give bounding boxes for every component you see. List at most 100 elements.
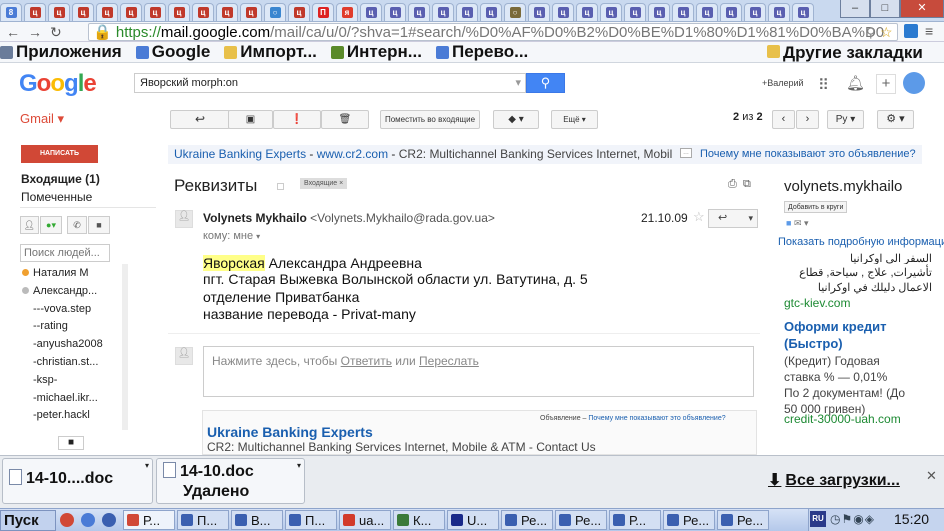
browser-tab[interactable]: ц bbox=[744, 3, 766, 21]
add-to-circles-button[interactable]: Добавить в круги bbox=[784, 201, 848, 213]
quick-launch-icon[interactable] bbox=[60, 513, 74, 527]
browser-tab[interactable]: ц bbox=[360, 3, 382, 21]
taskbar-item[interactable]: Ре... bbox=[717, 510, 769, 530]
browser-tab[interactable]: ц bbox=[480, 3, 502, 21]
status-button[interactable]: ●▾ bbox=[40, 216, 62, 234]
browser-tab[interactable]: ц bbox=[432, 3, 454, 21]
browser-tab[interactable]: ц bbox=[552, 3, 574, 21]
apps-grid-icon[interactable]: ⠿ bbox=[818, 76, 829, 94]
contact-item[interactable]: -christian.st... bbox=[33, 356, 98, 368]
recipient-line[interactable]: кому: мне ▾ bbox=[203, 230, 260, 242]
people-search-input[interactable] bbox=[20, 244, 110, 262]
browser-tab[interactable]: ц bbox=[768, 3, 790, 21]
delete-button[interactable]: 🗑︎ bbox=[321, 110, 369, 129]
new-window-icon[interactable]: ⧉ bbox=[743, 178, 751, 191]
browser-tab[interactable]: ц bbox=[24, 3, 46, 21]
browser-tab[interactable]: ○ bbox=[504, 3, 526, 21]
ad-why-link[interactable]: Почему мне показывают это объявление? bbox=[700, 148, 916, 160]
sidebar-item-inbox[interactable]: Входящие (1) bbox=[21, 172, 100, 186]
ad-arabic-url[interactable]: gtc-kiev.com bbox=[784, 296, 850, 310]
browser-tab[interactable]: ц bbox=[456, 3, 478, 21]
move-to-inbox-button[interactable]: Поместить во входящие bbox=[380, 110, 480, 129]
quick-launch-icon[interactable] bbox=[81, 513, 95, 527]
bookmark-item[interactable]: Google bbox=[135, 42, 210, 62]
browser-tab[interactable]: ц bbox=[720, 3, 742, 21]
ad-credit-url[interactable]: credit-30000-uah.com bbox=[784, 412, 901, 426]
report-spam-button[interactable]: ❗ bbox=[273, 110, 321, 129]
search-button[interactable]: ⚲ bbox=[526, 73, 565, 93]
chevron-down-icon[interactable]: ▾ bbox=[748, 210, 753, 227]
reload-icon[interactable]: ↻ bbox=[50, 24, 62, 41]
contact-item[interactable]: Александр... bbox=[22, 285, 97, 297]
browser-tab[interactable]: ○ bbox=[264, 3, 286, 21]
contact-item[interactable]: -michael.ikr... bbox=[33, 392, 98, 404]
taskbar-item[interactable]: Ре... bbox=[501, 510, 553, 530]
google-logo[interactable]: Google bbox=[19, 70, 97, 98]
browser-tab[interactable]: ц bbox=[648, 3, 670, 21]
phone-button[interactable]: ✆ bbox=[67, 216, 87, 234]
settings-button[interactable]: ⚙ ▾ bbox=[877, 110, 914, 129]
download-item-1[interactable]: 14-10....doc ▾ bbox=[2, 458, 153, 504]
contact-item[interactable]: -anyusha2008 bbox=[33, 338, 103, 350]
bookmark-item[interactable]: Интерн... bbox=[330, 42, 422, 62]
print-icon[interactable]: ⎙ bbox=[728, 178, 737, 191]
browser-tab[interactable]: ц bbox=[600, 3, 622, 21]
window-maximize-button[interactable]: □ bbox=[870, 0, 900, 18]
taskbar-item[interactable]: Р... bbox=[123, 510, 175, 530]
video-button[interactable]: ■ bbox=[88, 216, 110, 234]
older-button[interactable]: › bbox=[796, 110, 819, 129]
compose-button[interactable]: НАПИСАТЬ bbox=[21, 145, 98, 163]
label-chip-inbox[interactable]: Входящие × bbox=[300, 178, 348, 189]
bookmark-item[interactable]: Перево... bbox=[435, 42, 528, 62]
email-icon[interactable]: ✉ bbox=[794, 218, 802, 228]
sidebar-item-starred[interactable]: Помеченные bbox=[21, 190, 92, 204]
bookmark-item[interactable]: Приложения bbox=[0, 42, 122, 62]
contact-item[interactable]: -peter.hackl bbox=[33, 409, 90, 421]
search-input[interactable]: Яворский morph:on ▾ bbox=[134, 73, 526, 93]
browser-tab[interactable]: ц bbox=[216, 3, 238, 21]
browser-tab[interactable]: ц bbox=[72, 3, 94, 21]
forward-link[interactable]: Переслать bbox=[419, 354, 479, 368]
browser-tab[interactable]: 8 bbox=[0, 3, 22, 21]
browser-tab[interactable]: ц bbox=[624, 3, 646, 21]
search-icon[interactable]: ⚲ bbox=[866, 25, 876, 41]
chevron-down-icon[interactable]: ▾ bbox=[297, 461, 301, 470]
sidebar-scrollbar[interactable] bbox=[122, 264, 128, 430]
taskbar-item[interactable]: К... bbox=[393, 510, 445, 530]
chevron-down-icon[interactable]: ▾ bbox=[145, 461, 149, 470]
contact-item[interactable]: Наталия М bbox=[22, 267, 89, 279]
browser-tab[interactable]: ц bbox=[792, 3, 814, 21]
browser-tab[interactable]: ц bbox=[168, 3, 190, 21]
reply-link[interactable]: Ответить bbox=[341, 354, 392, 368]
taskbar-item[interactable]: В... bbox=[231, 510, 283, 530]
window-minimize-button[interactable]: – bbox=[840, 0, 870, 18]
back-icon[interactable]: ← bbox=[6, 24, 20, 40]
browser-tab[interactable]: ц bbox=[96, 3, 118, 21]
ad-meta-why-link[interactable]: Почему мне показывают это объявление? bbox=[588, 415, 725, 422]
taskbar-item[interactable]: П... bbox=[177, 510, 229, 530]
extension-icon[interactable] bbox=[904, 24, 918, 38]
download-item-2[interactable]: 14-10.doc Удалено ▾ bbox=[156, 458, 305, 504]
account-avatar[interactable] bbox=[903, 72, 925, 94]
start-button[interactable]: Пуск bbox=[0, 509, 56, 531]
chat-bubble-icon[interactable]: ■ bbox=[58, 436, 84, 450]
ad-credit-title[interactable]: Оформи кредит (Быстро) bbox=[784, 318, 924, 352]
contact-item[interactable]: --rating bbox=[33, 320, 68, 332]
star-icon[interactable]: ☆ bbox=[693, 209, 705, 225]
taskbar-item[interactable]: Ре... bbox=[663, 510, 715, 530]
ad-title[interactable]: Ukraine Banking Experts bbox=[207, 424, 373, 440]
chevron-down-icon[interactable]: ▾ bbox=[804, 218, 809, 228]
browser-tab[interactable]: ц bbox=[528, 3, 550, 21]
taskbar-item[interactable]: Ре... bbox=[555, 510, 607, 530]
forward-icon[interactable]: → bbox=[28, 24, 42, 40]
more-button[interactable]: Ещё ▾ bbox=[551, 110, 598, 129]
gmail-menu[interactable]: Gmail ▾ bbox=[20, 111, 64, 127]
bookmark-item[interactable]: Импорт... bbox=[224, 42, 317, 62]
browser-tab[interactable]: ц bbox=[696, 3, 718, 21]
browser-tab[interactable]: ц bbox=[144, 3, 166, 21]
newer-button[interactable]: ‹ bbox=[772, 110, 795, 129]
labels-button[interactable]: ◆ ▾ bbox=[493, 110, 539, 129]
contact-actions[interactable]: ■ ✉ ▾ bbox=[786, 218, 809, 229]
chat-icon[interactable]: ■ bbox=[786, 218, 791, 228]
important-marker-icon[interactable] bbox=[277, 183, 284, 190]
